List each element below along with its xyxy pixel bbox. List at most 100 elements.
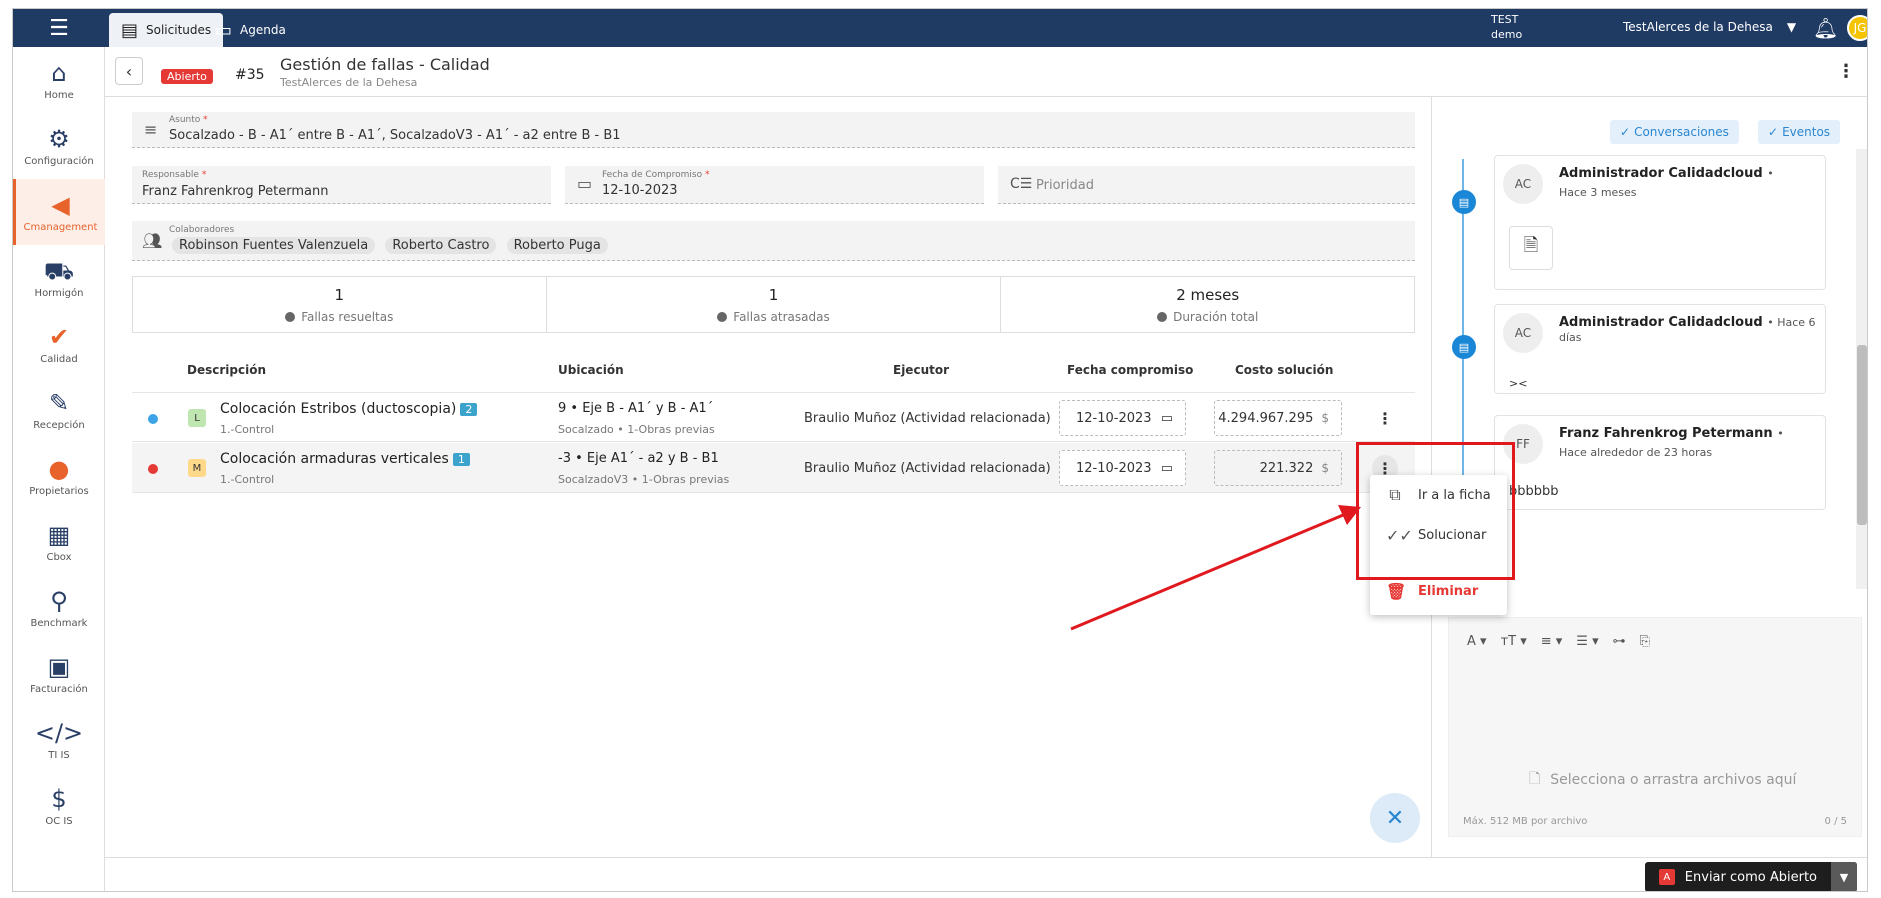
collaborator-chip[interactable]: Robinson Fuentes Valenzuela: [172, 237, 376, 254]
file-drop-zone[interactable]: 🗋︎ Selecciona o arrastra archivos aquí: [1529, 768, 1796, 792]
sidebar-item-ti-is[interactable]: </> TI IS: [13, 707, 105, 773]
send-button[interactable]: A Enviar como Abierto ▼: [1644, 862, 1857, 891]
invoice-icon: ▣: [47, 652, 71, 681]
sidebar-item-home[interactable]: ⌂ Home: [13, 47, 105, 113]
annotation-highlight-box: [1356, 442, 1515, 580]
row-description: Colocación armaduras verticales 1: [220, 451, 470, 467]
stat-duracion-total: 2 meses Duración total: [1001, 277, 1414, 332]
info-icon: [285, 311, 296, 322]
table-row[interactable]: M Colocación armaduras verticales 1 1.-Co…: [132, 443, 1415, 493]
check-icon: ✓: [1620, 125, 1631, 139]
row-date-input[interactable]: 12-10-2023 ▭: [1059, 450, 1186, 486]
row-executor: Braulio Muñoz (Actividad relacionada): [804, 411, 1051, 426]
row-cost-input[interactable]: 221.322 $: [1214, 450, 1342, 486]
chevron-down-icon[interactable]: ▼: [1831, 862, 1857, 891]
sidebar-item-hormigon[interactable]: ⛟ Hormigón: [13, 245, 105, 311]
comment-icon: ▤: [1452, 335, 1476, 359]
sidebar-item-recepcion[interactable]: ✎ Recepción: [13, 377, 105, 443]
row-more-icon[interactable]: ⋮: [1372, 405, 1398, 431]
quality-icon: ✔: [48, 322, 70, 351]
sidebar-item-propietarios[interactable]: ● Propietarios: [13, 443, 105, 509]
benchmark-icon: ⚲: [50, 586, 68, 615]
sidebar-item-benchmark[interactable]: ⚲ Benchmark: [13, 575, 105, 641]
message-editor[interactable]: A ▾ тT ▾ ≡ ▾ ☰ ▾ ⊶ ⎘ 🗋︎ Selecciona o arra…: [1448, 617, 1862, 837]
prioridad-field[interactable]: C☰ Prioridad: [998, 166, 1415, 204]
cmanagement-icon: ◀: [51, 190, 70, 219]
owner-icon: ●: [48, 454, 70, 483]
more-vert-icon[interactable]: ⋮: [1837, 61, 1855, 82]
home-icon: ⌂: [51, 58, 67, 87]
editor-toolbar: A ▾ тT ▾ ≡ ▾ ☰ ▾ ⊶ ⎘: [1467, 634, 1650, 649]
category-badge: L: [188, 409, 206, 427]
stats-bar: 1 Fallas resueltas 1 Fallas atrasadas 2 …: [132, 276, 1415, 333]
row-description: Colocación Estribos (ductoscopia) 2: [220, 401, 478, 417]
wheelbarrow-icon: ⛟: [43, 256, 75, 285]
avatar: AC: [1503, 164, 1543, 204]
sidebar-item-calidad[interactable]: ✔ Calidad: [13, 311, 105, 377]
code-icon: </>: [34, 718, 84, 747]
collaborator-chip[interactable]: Roberto Puga: [506, 237, 608, 254]
sidebar-item-configuracion[interactable]: ⚙ Configuración: [13, 113, 105, 179]
check-icon: ✓: [1768, 125, 1779, 139]
col-ubicacion[interactable]: Ubicación: [558, 363, 624, 377]
company-selector[interactable]: TestAlerces de la Dehesa ▼: [1623, 20, 1796, 34]
conversaciones-toggle[interactable]: ✓ Conversaciones: [1610, 120, 1739, 144]
list-icon: ▤: [121, 19, 139, 41]
top-bar: ☰ ▤ Solicitudes ▭ Agenda TEST demo TestA…: [13, 9, 1867, 47]
user-avatar[interactable]: JG: [1847, 15, 1867, 41]
status-letter-badge: A: [1658, 869, 1675, 885]
page-title: Gestión de fallas - Calidad: [280, 55, 490, 74]
calendar-icon: ▭: [577, 174, 593, 193]
dollar-icon: $: [51, 784, 67, 813]
add-file-icon: 🗋︎: [1529, 771, 1541, 787]
row-cost-input[interactable]: 4.294.967.295 $: [1214, 400, 1342, 436]
caret-down-icon: ▼: [1786, 20, 1797, 34]
align-icon[interactable]: ≡ ▾: [1541, 634, 1563, 649]
text-color-icon[interactable]: A ▾: [1467, 634, 1487, 649]
annotation-arrow: [1070, 505, 1361, 631]
asunto-field[interactable]: ≡ Asunto * Socalzado - B - A1´ entre B -…: [132, 112, 1415, 148]
ticket-number: #35: [235, 67, 265, 83]
status-badge: Abierto: [161, 69, 213, 84]
col-descripcion[interactable]: Descripción: [187, 363, 266, 377]
comment-icon: ▤: [1452, 190, 1476, 214]
category-badge: M: [188, 459, 206, 477]
menu-icon[interactable]: ☰: [13, 9, 105, 47]
sidebar: ⌂ Home ⚙ Configuración ◀ Cmanagement ⛟ H…: [13, 47, 105, 891]
trash-icon: 🗑︎: [1386, 581, 1407, 601]
collaborator-chip[interactable]: Roberto Castro: [385, 237, 497, 254]
stat-fallas-atrasadas: 1 Fallas atrasadas: [547, 277, 1002, 332]
gear-icon: ⚙: [48, 124, 70, 153]
link-icon[interactable]: ⊶: [1613, 634, 1626, 649]
info-icon: [717, 311, 728, 322]
fecha-compromiso-field[interactable]: ▭ Fecha de Compromiso * 12-10-2023: [565, 166, 984, 204]
list-icon[interactable]: ☰ ▾: [1576, 634, 1598, 649]
conversation-card: AC Administrador Calidadcloud • Hace 6 d…: [1494, 304, 1826, 394]
tab-agenda[interactable]: ▭ Agenda: [203, 13, 298, 47]
col-costo[interactable]: Costo solución: [1235, 363, 1333, 377]
reception-icon: ✎: [48, 388, 70, 417]
colaboradores-field[interactable]: 👥︎ Colaboradores Robinson Fuentes Valenz…: [132, 221, 1415, 261]
bell-icon[interactable]: 🔔︎: [1813, 16, 1838, 40]
priority-icon: C☰: [1010, 176, 1033, 192]
file-attachment-icon[interactable]: 🗎︎: [1509, 226, 1553, 270]
calendar-icon: ▭: [1160, 410, 1173, 426]
sidebar-item-facturacion[interactable]: ▣ Facturación: [13, 641, 105, 707]
close-icon: ✕: [1385, 805, 1405, 831]
sidebar-item-cmanagement[interactable]: ◀ Cmanagement: [13, 179, 105, 245]
stat-fallas-resueltas: 1 Fallas resueltas: [133, 277, 547, 332]
row-date-input[interactable]: 12-10-2023 ▭: [1059, 400, 1186, 436]
responsable-field[interactable]: Responsable * Franz Fahrenkrog Petermann: [132, 166, 551, 204]
sidebar-item-oc-is[interactable]: $ OC IS: [13, 773, 105, 839]
close-fab-button[interactable]: ✕: [1370, 793, 1420, 843]
sidebar-item-cbox[interactable]: ▦ Cbox: [13, 509, 105, 575]
back-button[interactable]: ‹: [115, 57, 143, 85]
text-size-icon[interactable]: тT ▾: [1501, 634, 1527, 649]
col-ejecutor[interactable]: Ejecutor: [893, 363, 949, 377]
scrollbar[interactable]: [1856, 149, 1867, 589]
table-row[interactable]: L Colocación Estribos (ductoscopia) 2 1.-…: [132, 392, 1415, 442]
chevron-left-icon: ‹: [125, 61, 133, 81]
eventos-toggle[interactable]: ✓ Eventos: [1758, 120, 1841, 144]
attach-icon[interactable]: ⎘: [1640, 634, 1650, 649]
col-fecha[interactable]: Fecha compromiso: [1067, 363, 1193, 377]
